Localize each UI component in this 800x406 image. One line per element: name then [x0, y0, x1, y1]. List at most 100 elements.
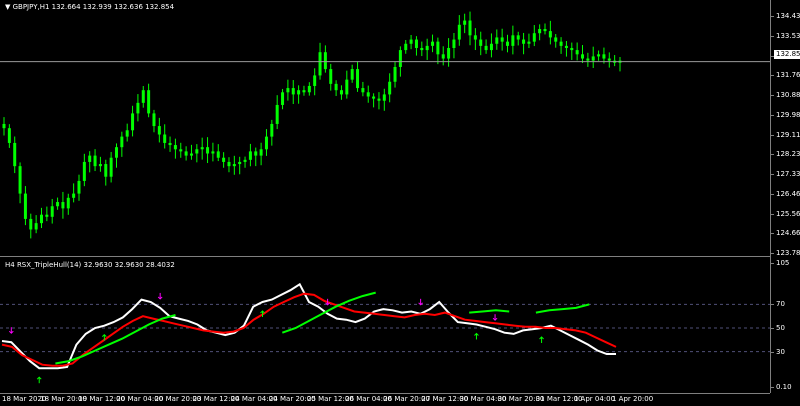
candle-body [23, 193, 27, 219]
candle-body [463, 20, 467, 25]
candle [286, 79, 290, 101]
candle [613, 55, 617, 67]
time-axis-line [0, 393, 770, 394]
candle [479, 31, 483, 56]
candle-body [345, 79, 349, 95]
candle-body [248, 151, 252, 160]
price-tick-label: 133.535 [770, 32, 800, 40]
candle-body [441, 54, 445, 59]
candle [495, 29, 499, 50]
candle-body [372, 96, 376, 99]
candle-body [377, 98, 381, 101]
price-axis-line [770, 0, 771, 393]
candle [591, 46, 595, 69]
candle-body [527, 41, 531, 44]
price-pane[interactable]: ▼ GBPJPY,H1 132.664 132.939 132.636 132.… [0, 0, 770, 255]
candle [431, 34, 435, 53]
candle-body [409, 39, 413, 44]
candle-body [147, 90, 151, 114]
candle-body [104, 164, 108, 177]
candle [82, 153, 86, 187]
candle-body [307, 85, 311, 93]
arrow-up-icon [36, 376, 42, 384]
candle-body [382, 94, 386, 101]
candle [447, 38, 451, 67]
candle-body [29, 218, 33, 230]
candle-body [88, 155, 92, 162]
candle-body [489, 43, 493, 51]
candle-body [34, 223, 38, 230]
candle-body [222, 157, 226, 162]
candle-body [114, 147, 118, 158]
symbol-title: ▼ GBPJPY,H1 132.664 132.939 132.636 132.… [5, 3, 175, 11]
candle-body [45, 214, 49, 217]
price-tick-label: 129.985 [770, 111, 800, 119]
candle [29, 213, 33, 239]
candle [543, 23, 547, 35]
candle [334, 80, 338, 96]
candle [329, 63, 333, 91]
candle-body [254, 151, 258, 156]
candle-body [206, 147, 210, 154]
candle-body [131, 113, 135, 131]
candle-body [82, 161, 86, 181]
price-tick-label: 126.460 [770, 190, 800, 198]
candle [425, 38, 429, 60]
current-price-label: 132.854 [774, 50, 800, 59]
candle [441, 46, 445, 66]
candle-body [200, 147, 204, 150]
price-tick-label: 134.435 [770, 12, 800, 20]
candle [259, 142, 263, 166]
candle [339, 85, 343, 100]
candle-body [141, 90, 145, 103]
candle [173, 138, 177, 159]
candle [243, 156, 247, 168]
candle-body [548, 31, 552, 38]
candle [200, 137, 204, 160]
candle [7, 124, 11, 148]
candle [377, 92, 381, 110]
pane-separator[interactable] [0, 256, 770, 257]
candle-body [484, 45, 488, 51]
candle [13, 136, 17, 174]
candle-body [50, 206, 54, 217]
price-tick-label: 129.110 [770, 131, 800, 139]
price-tick-label: 125.560 [770, 210, 800, 218]
candle [597, 50, 601, 61]
candle-body [564, 45, 568, 48]
candle [350, 64, 354, 83]
candle [532, 25, 536, 47]
candle-body [291, 88, 295, 95]
candle-body [173, 145, 177, 150]
candle [516, 31, 520, 46]
candle-body [61, 202, 65, 209]
candle [457, 15, 461, 46]
candle-body [93, 155, 97, 167]
candle [270, 119, 274, 146]
candle [238, 156, 242, 175]
indicator-pane[interactable]: H4 RSX_TripleHull(14) 32.9630 32.9630 28… [0, 259, 770, 393]
candle [216, 144, 220, 162]
candle-body [227, 161, 231, 167]
candle-body [13, 142, 17, 167]
chart-window: ▼ GBPJPY,H1 132.664 132.939 132.636 132.… [0, 0, 800, 406]
candle [554, 34, 558, 48]
candle [61, 191, 65, 219]
candle-body [388, 81, 392, 95]
candle [114, 143, 118, 168]
candle-body [570, 47, 574, 51]
candle [484, 39, 488, 54]
candle [356, 61, 360, 92]
candle [463, 13, 467, 34]
indicator-tick-label: 105 [769, 259, 790, 267]
candle-body [313, 75, 317, 86]
candle-body [98, 164, 102, 167]
candle-body [511, 35, 515, 46]
price-tick-label: 127.335 [770, 170, 800, 178]
candle-body [591, 56, 595, 61]
indicator-tick-label: 30 [770, 347, 785, 356]
candle-body [452, 39, 456, 48]
candle-body [163, 134, 167, 143]
price-tick-label: 131.760 [770, 71, 800, 79]
candle [88, 151, 92, 173]
